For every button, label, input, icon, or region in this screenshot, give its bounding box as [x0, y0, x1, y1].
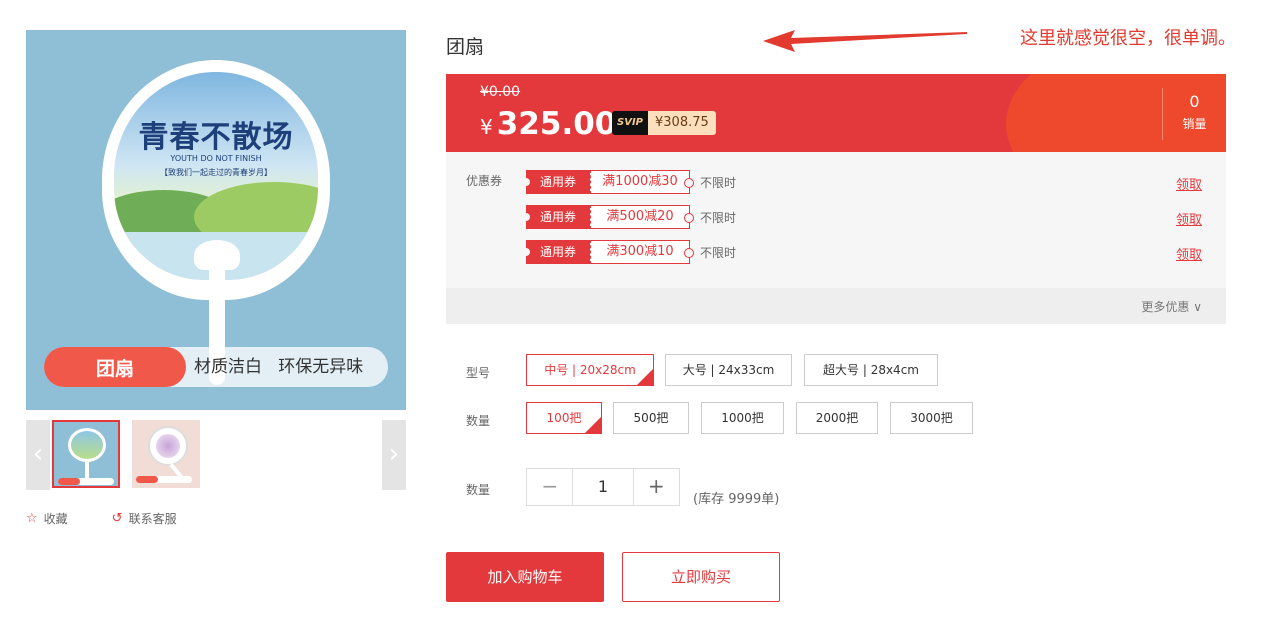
- count-option-100[interactable]: 100把 ✓: [526, 402, 602, 434]
- chevron-right-icon: ›: [388, 439, 400, 469]
- count-label: 数量: [466, 414, 491, 428]
- quantity-input[interactable]: 1: [572, 469, 634, 505]
- coupon-label: 优惠券: [466, 174, 503, 188]
- favorite-button[interactable]: ☆ 收藏: [26, 510, 68, 527]
- stock-info: (库存 9999单): [693, 492, 780, 507]
- quantity-increase-button[interactable]: +: [634, 469, 679, 505]
- svip-tag: SVIP: [612, 111, 648, 135]
- original-price: ¥0.00: [480, 84, 521, 100]
- annotation-note: 这里就感觉很空，很单调。: [1020, 28, 1236, 49]
- selected-check-icon: ✓: [637, 365, 653, 385]
- more-offers-link[interactable]: 更多优惠 ∨: [1141, 298, 1202, 315]
- thumbnail-1[interactable]: [52, 420, 120, 488]
- coupon-claim-link[interactable]: 领取: [1176, 244, 1202, 263]
- headset-icon: ↺: [111, 511, 123, 526]
- count-option-2000[interactable]: 2000把: [796, 402, 878, 434]
- buy-now-button[interactable]: 立即购买: [622, 552, 780, 602]
- current-price: ¥ 325.00: [480, 106, 617, 142]
- quantity-decrease-button[interactable]: −: [527, 469, 572, 505]
- coupon-panel: 优惠券 通用券 满1000减30 不限时 领取 通用券 满500减20 不限时 …: [446, 152, 1226, 288]
- count-option-1000[interactable]: 1000把: [701, 402, 784, 434]
- svip-price: ¥308.75: [648, 111, 716, 135]
- model-option-xlarge[interactable]: 超大号 | 28x4cm: [804, 354, 938, 386]
- thumbnail-2[interactable]: [132, 420, 200, 488]
- chevron-left-icon: ‹: [32, 439, 44, 469]
- image-tag-name: 团扇: [44, 347, 186, 387]
- star-icon: ☆: [26, 511, 38, 526]
- svip-price-badge: SVIP ¥308.75: [612, 111, 716, 135]
- add-to-cart-button[interactable]: 加入购物车: [446, 552, 604, 602]
- coupon-item: 通用券 满1000减30 不限时: [522, 170, 736, 194]
- coupon-claim-link[interactable]: 领取: [1176, 209, 1202, 228]
- fan-title: 青春不散场: [138, 120, 294, 155]
- quantity-label: 数量: [466, 483, 491, 497]
- model-label: 型号: [466, 366, 491, 380]
- fan-subtitle: YOUTH DO NOT FINISH 【致我们一起走过的青春岁月】: [160, 154, 272, 177]
- annotation-arrow-icon: [763, 30, 967, 52]
- coupon-claim-link[interactable]: 领取: [1176, 174, 1202, 193]
- sales-count: 0 销量: [1162, 88, 1226, 140]
- quantity-stepper: − 1 +: [526, 468, 680, 506]
- coupon-item: 通用券 满500减20 不限时: [522, 205, 736, 229]
- model-option-medium[interactable]: 中号 | 20x28cm ✓: [526, 354, 654, 386]
- product-actions: ☆ 收藏 ↺ 联系客服: [26, 510, 177, 527]
- count-option-3000[interactable]: 3000把: [890, 402, 973, 434]
- thumbnail-next-button[interactable]: ›: [382, 420, 406, 490]
- customer-service-button[interactable]: ↺ 联系客服: [112, 510, 177, 527]
- main-product-image: 青春不散场 YOUTH DO NOT FINISH 【致我们一起走过的青春岁月】…: [26, 30, 406, 410]
- more-offers-bar: 更多优惠 ∨: [446, 288, 1226, 324]
- coupon-item: 通用券 满300减10 不限时: [522, 240, 736, 264]
- product-title: 团扇: [446, 36, 485, 58]
- thumbnail-prev-button[interactable]: ‹: [26, 420, 50, 490]
- model-option-large[interactable]: 大号 | 24x33cm: [665, 354, 792, 386]
- count-option-500[interactable]: 500把: [613, 402, 689, 434]
- image-tag-desc: 材质洁白 环保无异味: [194, 357, 364, 377]
- selected-check-icon: ✓: [585, 413, 601, 433]
- thumbnail-strip: ‹ ›: [26, 420, 406, 490]
- price-bar: ¥0.00 ¥ 325.00 SVIP ¥308.75 0 销量: [446, 74, 1226, 152]
